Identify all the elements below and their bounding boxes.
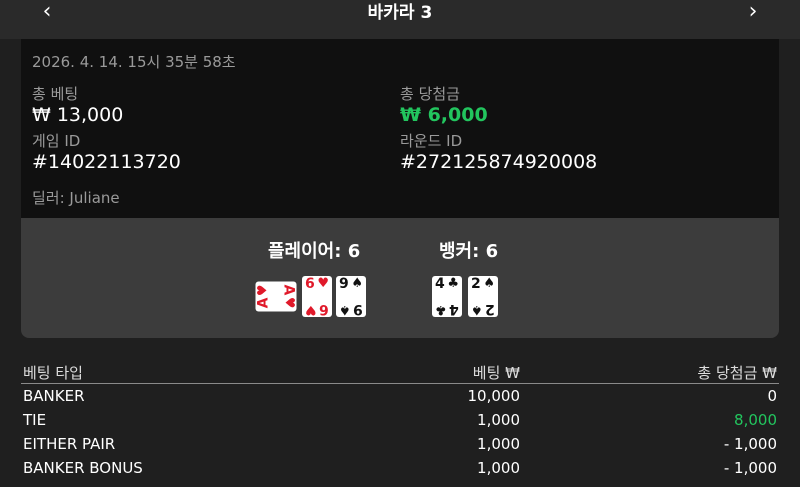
dealer-name: 딜러: Juliane [32, 189, 120, 207]
total-win-value: ₩ 6,000 [400, 104, 488, 126]
table-header: 베팅 타입 베팅 ₩ 총 당첨금 ₩ [21, 362, 779, 384]
card-rank: 6 [305, 276, 315, 292]
table-row: TIE 1,000 8,000 [21, 408, 779, 432]
banker-score-label: 뱅커: 6 [439, 241, 499, 262]
card-suit-icon: ♣ [435, 302, 447, 317]
table-row: EITHER PAIR 1,000 - 1,000 [21, 432, 779, 456]
table-row: BANKER 10,000 0 [21, 384, 779, 408]
card-suit-icon: ♠ [471, 302, 483, 317]
game-id-value: #14022113720 [32, 151, 181, 173]
card-rank: 2 [471, 276, 481, 292]
bet-type-cell: BANKER [23, 387, 85, 405]
card-suit-icon: ♥ [317, 276, 329, 291]
bet-type-cell: BANKER BONUS [23, 459, 143, 477]
bets-table: 베팅 타입 베팅 ₩ 총 당첨금 ₩ BANKER 10,000 0 TIE 1… [21, 362, 779, 480]
playing-card: 2 ♠ 2 ♠ [468, 276, 498, 317]
playing-card: 6 ♥ 6 ♥ [302, 276, 332, 317]
player-score-label: 플레이어: 6 [268, 241, 361, 262]
card-suit-icon: ♠ [483, 276, 495, 291]
round-id-label: 라운드 ID [400, 132, 463, 150]
card-suit-icon: ♠ [339, 302, 351, 317]
table-row: BANKER BONUS 1,000 - 1,000 [21, 456, 779, 480]
win-amount-cell: - 1,000 [723, 459, 777, 477]
card-rank: 9 [339, 276, 349, 292]
page-title: 바카라 3 [367, 3, 433, 23]
total-win-label: 총 당첨금 [400, 85, 460, 103]
card-rank: 4 [435, 276, 445, 292]
card-suit-icon: ♥ [255, 284, 271, 297]
header-total-win: 총 당첨금 ₩ [697, 364, 777, 382]
card-suit-icon: ♠ [351, 276, 363, 291]
win-amount-cell: - 1,000 [723, 435, 777, 453]
card-rank: 2 [485, 301, 495, 317]
card-suit-icon: ♣ [447, 276, 459, 291]
playing-card: A ♥ A ♥ [255, 281, 297, 312]
card-rank: A [255, 297, 272, 309]
bet-amount-cell: 10,000 [467, 387, 521, 405]
card-rank: 6 [319, 301, 329, 317]
round-datetime: 2026. 4. 14. 15시 35분 58초 [32, 53, 236, 71]
playing-card: 4 ♣ 4 ♣ [432, 276, 462, 317]
card-rank: 4 [449, 301, 459, 317]
round-info-section: 2026. 4. 14. 15시 35분 58초 총 베팅 ₩ 13,000 총… [21, 39, 779, 218]
round-detail-panel: 2026. 4. 14. 15시 35분 58초 총 베팅 ₩ 13,000 총… [21, 39, 779, 338]
win-amount-cell: 0 [767, 387, 777, 405]
bet-type-cell: TIE [23, 411, 47, 429]
bet-amount-cell: 1,000 [477, 435, 520, 453]
chevron-right-icon[interactable]: › [738, 0, 768, 26]
total-bet-value: ₩ 13,000 [32, 104, 124, 126]
card-suit-icon: ♥ [281, 296, 297, 309]
card-rank: 9 [353, 301, 363, 317]
header-bet-type: 베팅 타입 [23, 364, 83, 382]
bet-type-cell: EITHER PAIR [23, 435, 116, 453]
total-bet-label: 총 베팅 [32, 85, 79, 103]
playing-card: 9 ♠ 9 ♠ [336, 276, 366, 317]
game-id-label: 게임 ID [32, 132, 81, 150]
bet-amount-cell: 1,000 [477, 459, 520, 477]
win-amount-cell: 8,000 [734, 411, 777, 429]
top-bar: ‹ 바카라 3 › [0, 0, 800, 39]
round-id-value: #272125874920008 [400, 151, 598, 173]
card-suit-icon: ♥ [305, 302, 317, 317]
header-bet-amount: 베팅 ₩ [472, 364, 520, 382]
bet-amount-cell: 1,000 [477, 411, 520, 429]
card-rank: A [280, 284, 297, 296]
